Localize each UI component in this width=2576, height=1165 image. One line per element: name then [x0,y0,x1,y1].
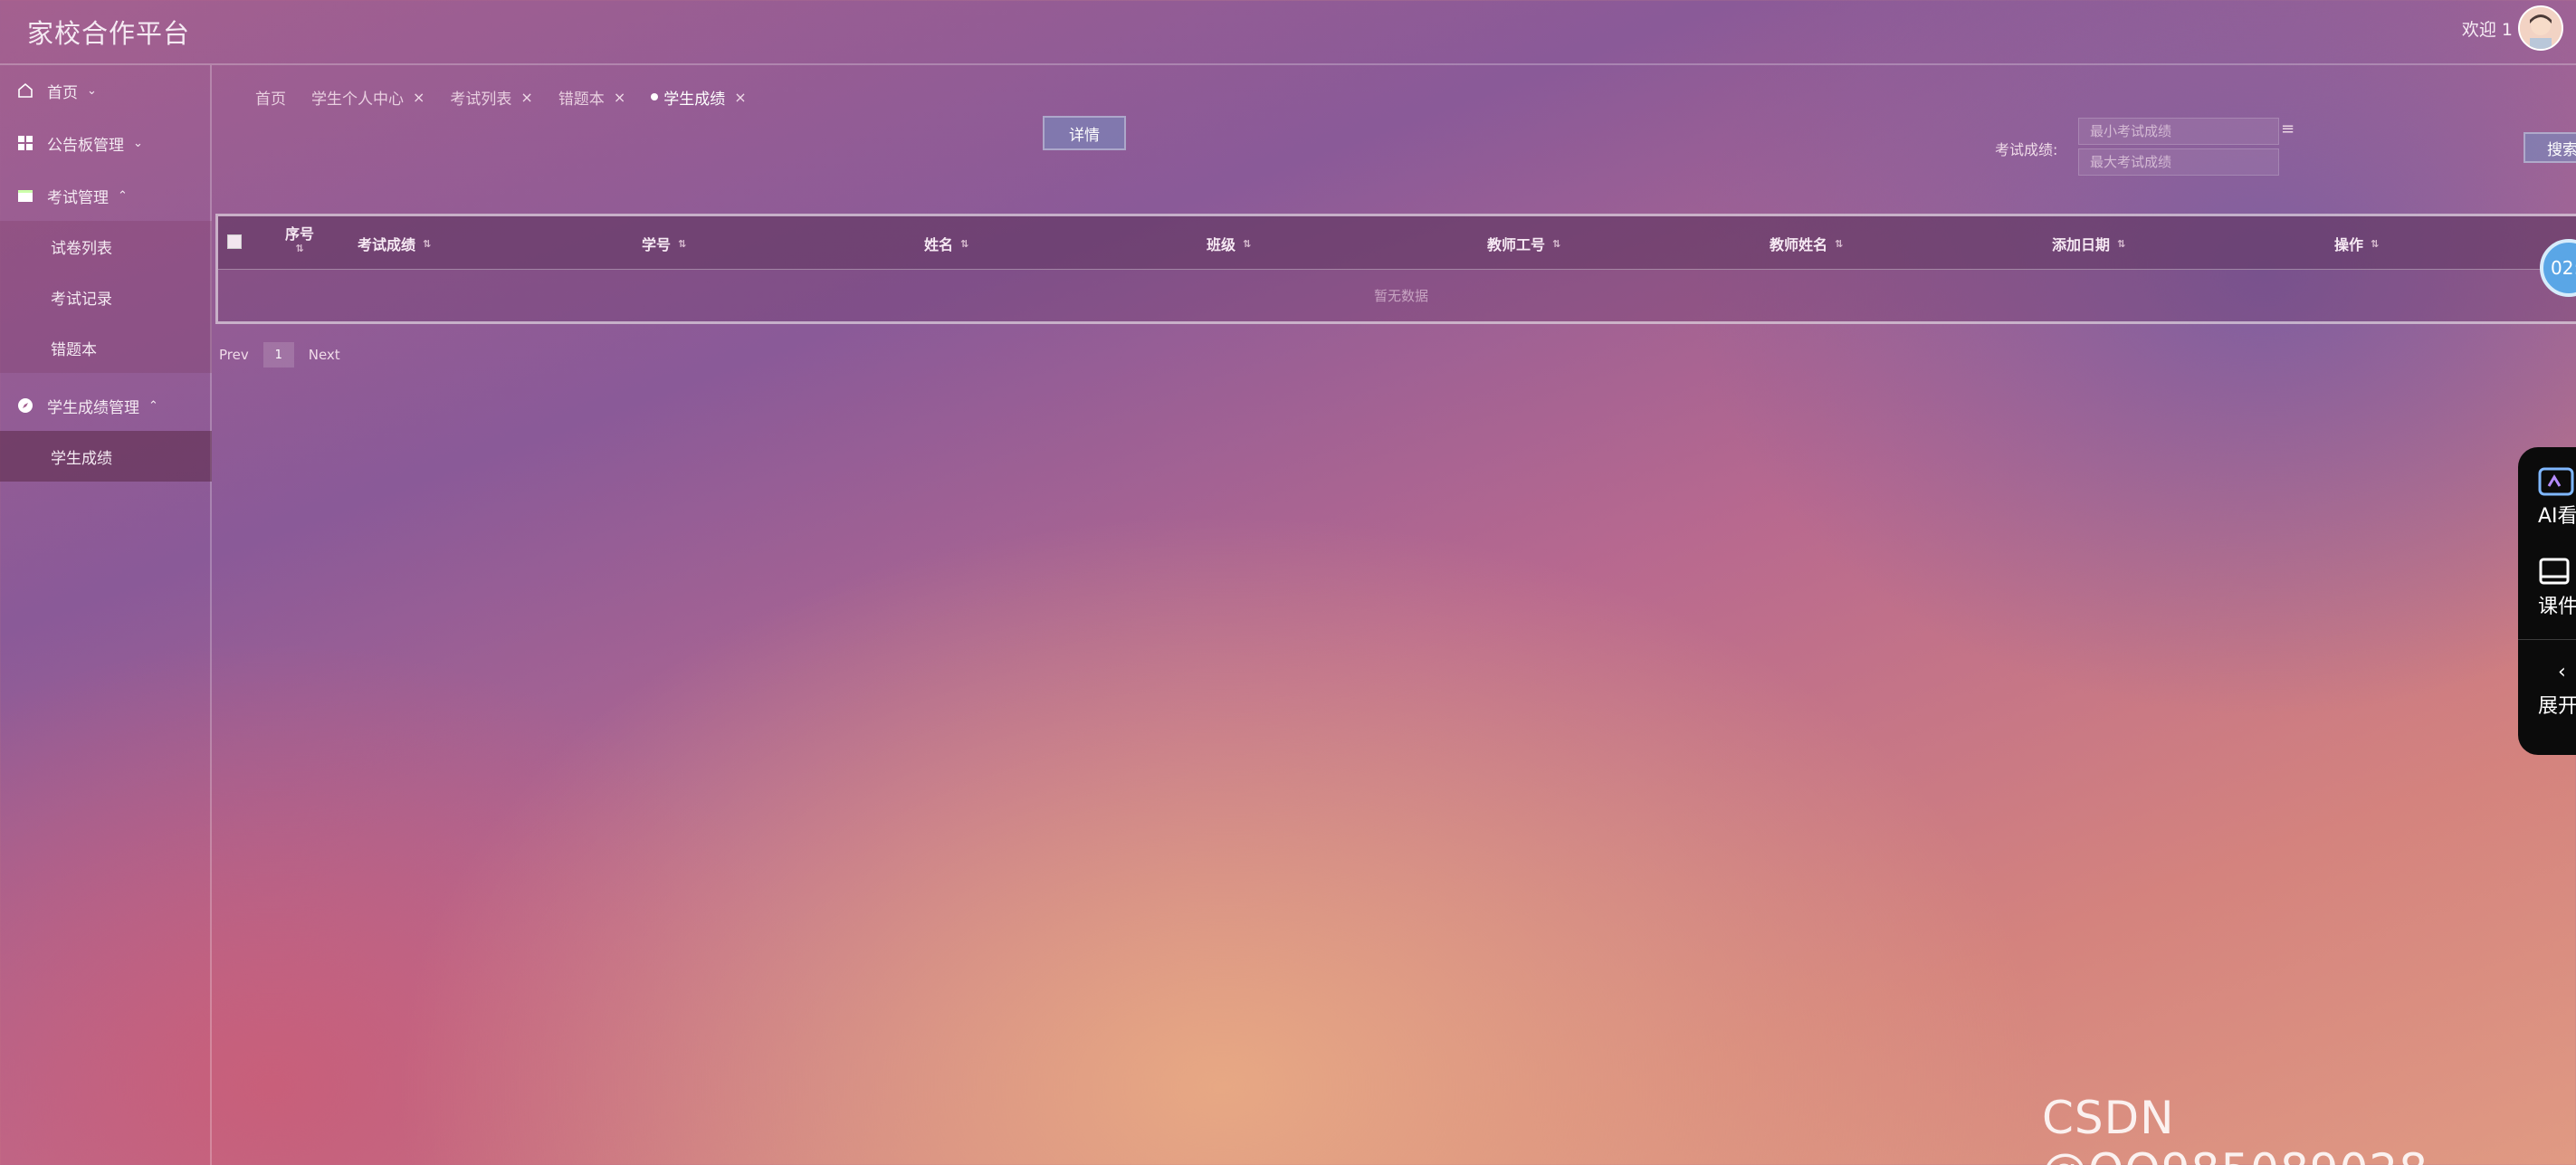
column-label: 学号 [642,236,672,253]
tab-exam-list[interactable]: 考试列表 × [450,86,532,109]
close-icon[interactable]: × [520,89,532,106]
sidebar-item-label: 公告板管理 [47,136,124,155]
tab-home[interactable]: 首页 [255,86,286,109]
prev-page-button[interactable]: Prev [219,347,249,363]
score-filter-label: 考试成绩: [1995,141,2058,158]
column-label: 教师工号 [1487,236,1546,253]
sidebar-item-home[interactable]: 首页 ⌄ [0,65,212,116]
csdn-watermark: CSDN @QQ985089028 [2042,1092,2428,1165]
calendar-icon [16,186,34,205]
sidebar-item-paper-list[interactable]: 试卷列表 [0,221,212,272]
column-label: 操作 [2334,236,2364,253]
sort-icon: ⇅ [295,243,304,254]
sort-icon: ⇅ [2371,237,2380,250]
column-header-date[interactable]: 添加日期 ⇅ [2052,233,2125,254]
score-table: 序号 ⇅ 考试成绩 ⇅ 学号 ⇅ 姓名 ⇅ 班级 ⇅ 教师工号 ⇅ 教师姓名 ⇅ 添加日期 ⇅… [215,214,2576,324]
sidebar-item-score-mgmt[interactable]: 学生成绩管理 ⌃ [0,380,212,431]
ai-watch-button[interactable]: AI看 [2538,463,2576,529]
sort-icon: ⇅ [1243,237,1252,250]
sort-icon: ⇅ [2117,237,2126,250]
column-label: 姓名 [924,236,954,253]
sidebar-item-label: 学生成绩管理 [47,398,139,417]
chevron-down-icon: ⌄ [87,83,97,98]
sidebar-item-label: 首页 [47,83,78,102]
chevron-down-icon: ⌄ [133,136,143,150]
sidebar-item-student-score[interactable]: 学生成绩 [0,431,212,482]
floating-side-panel: AI看 课件 ‹ 展开 [2518,447,2576,755]
column-header-teacher-name[interactable]: 教师姓名 ⇅ [1770,233,1843,254]
column-label: 添加日期 [2052,236,2111,253]
chevron-left-icon: ‹ [2558,660,2566,683]
avatar[interactable] [2518,5,2563,51]
sidebar-item-wrong-book[interactable]: 错题本 [0,322,212,373]
welcome-text: 欢迎 1 [2461,20,2513,40]
sort-icon: ⇅ [423,237,432,250]
tab-label: 考试列表 [450,90,512,109]
expand-label: 展开 [2538,695,2576,718]
book-icon [2538,554,2571,590]
sidebar-item-label: 考试管理 [47,188,109,207]
sidebar-item-notice[interactable]: 公告板管理 ⌄ [0,118,212,168]
column-header-class[interactable]: 班级 ⇅ [1207,233,1251,254]
min-score-input[interactable] [2078,118,2279,145]
column-label: 教师姓名 [1770,236,1828,253]
column-header-score[interactable]: 考试成绩 ⇅ [358,233,431,254]
sidebar-item-exam-records[interactable]: 考试记录 [0,272,212,322]
tab-wrong-book[interactable]: 错题本 × [558,86,625,109]
column-header-student-id[interactable]: 学号 ⇅ [642,233,686,254]
next-page-button[interactable]: Next [309,347,340,363]
panel-divider [2518,639,2576,640]
ai-scan-icon [2538,463,2574,500]
chevron-up-icon: ⌃ [148,398,158,413]
sort-icon: ⇅ [1835,237,1844,250]
search-button[interactable]: 搜索 [2524,132,2576,163]
tab-label: 学生成绩 [663,90,726,109]
tab-student-score[interactable]: 学生成绩 × [651,86,747,109]
chevron-up-icon: ⌃ [118,188,128,203]
compass-icon [16,396,34,415]
expand-panel-button[interactable]: ‹ 展开 [2538,654,2576,719]
home-icon [16,81,34,100]
column-header-index[interactable]: 序号 ⇅ [285,222,314,253]
column-label: 班级 [1207,236,1236,253]
grid-icon [16,134,34,152]
tab-student-center[interactable]: 学生个人中心 × [311,86,425,109]
courseware-button[interactable]: 课件 [2538,554,2576,619]
tab-label: 首页 [255,90,286,109]
top-header: 家校合作平台 欢迎 1 [0,0,2576,65]
sort-icon: ⇅ [1552,237,1561,250]
pagination: Prev 1 Next [219,342,340,368]
column-header-actions[interactable]: 操作 ⇅ [2334,233,2379,254]
avatar-face-icon [2520,7,2562,49]
detail-button[interactable]: 详情 [1043,116,1126,150]
active-dot-icon [651,93,659,100]
ai-watch-label: AI看 [2538,505,2576,528]
table-empty-text: 暂无数据 [1373,287,1428,304]
column-label: 序号 [285,225,315,243]
tab-label: 错题本 [558,90,605,109]
list-icon: ≡ [2281,119,2295,138]
select-all-checkbox[interactable] [227,234,242,249]
column-header-name[interactable]: 姓名 ⇅ [924,233,968,254]
sidebar-item-exam[interactable]: 考试管理 ⌃ [0,170,212,221]
sidebar: 首页 ⌄ 公告板管理 ⌄ 考试管理 ⌃ 试卷列表 考试记录 错题本 学生成绩管理… [0,65,212,1165]
courseware-label: 课件 [2538,596,2576,618]
max-score-input[interactable] [2078,148,2279,176]
close-icon[interactable]: × [413,89,425,106]
sort-icon: ⇅ [960,237,969,250]
column-header-teacher-id[interactable]: 教师工号 ⇅ [1487,233,1560,254]
tab-bar: 首页 学生个人中心 × 考试列表 × 错题本 × 学生成绩 × [255,83,772,110]
column-label: 考试成绩 [358,236,416,253]
app-title: 家校合作平台 [27,18,191,49]
page-number-button[interactable]: 1 [262,342,294,368]
sort-icon: ⇅ [678,237,687,250]
tab-label: 学生个人中心 [311,90,404,109]
table-header: 序号 ⇅ 考试成绩 ⇅ 学号 ⇅ 姓名 ⇅ 班级 ⇅ 教师工号 ⇅ 教师姓名 ⇅ 添加日期 ⇅… [218,216,2576,270]
close-icon[interactable]: × [734,89,746,106]
close-icon[interactable]: × [614,89,625,106]
